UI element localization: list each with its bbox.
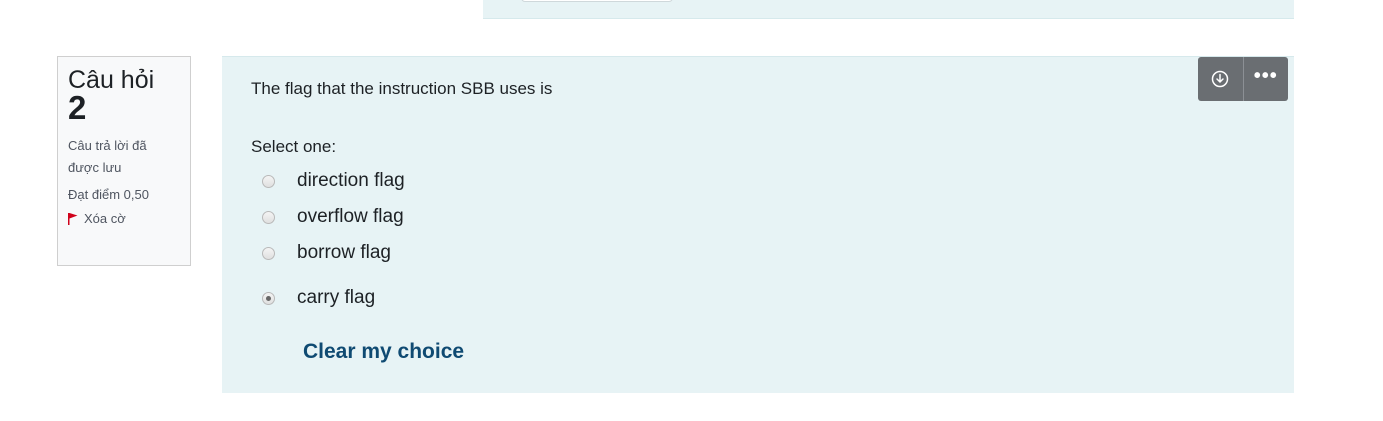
remove-flag-label: Xóa cờ <box>84 211 126 226</box>
flag-icon <box>68 212 78 225</box>
remove-flag-button[interactable]: Xóa cờ <box>68 211 190 226</box>
question-actions: ••• <box>1198 57 1288 101</box>
more-dots-icon: ••• <box>1253 65 1278 87</box>
download-circle-icon <box>1212 70 1229 88</box>
answer-option[interactable]: direction flag <box>262 170 405 192</box>
question-grade: Đạt điểm 0,50 <box>68 187 149 202</box>
answer-option[interactable]: borrow flag <box>262 242 391 264</box>
radio-button[interactable] <box>262 174 275 188</box>
radio-button[interactable] <box>262 246 275 260</box>
answer-option-label: borrow flag <box>297 242 391 263</box>
question-content: The flag that the instruction SBB uses i… <box>222 56 1294 393</box>
question-number: 2 <box>68 89 87 126</box>
answer-option[interactable]: carry flag <box>262 287 375 309</box>
download-button[interactable] <box>1198 57 1243 101</box>
answer-option-label: carry flag <box>297 287 376 308</box>
question-label: Câu hỏi <box>68 66 155 94</box>
clear-choice-link[interactable]: Clear my choice <box>303 340 464 364</box>
quiz-page: Câu hỏi 2 Câu trả lời đã được lưu Đạt đi… <box>0 0 1383 421</box>
previous-answer-field[interactable] <box>521 0 673 2</box>
previous-question-panel <box>483 0 1294 19</box>
answer-option[interactable]: overflow flag <box>262 206 404 228</box>
answer-option-label: overflow flag <box>297 206 404 227</box>
more-options-button[interactable]: ••• <box>1242 57 1289 101</box>
radio-button[interactable] <box>262 210 275 224</box>
radio-button-selected[interactable] <box>262 291 275 305</box>
question-info-box: Câu hỏi 2 Câu trả lời đã được lưu Đạt đi… <box>57 56 191 266</box>
answer-prompt: Select one: <box>251 137 337 156</box>
question-state: Câu trả lời đã được lưu <box>68 138 147 175</box>
question-text: The flag that the instruction SBB uses i… <box>251 79 553 98</box>
answer-option-label: direction flag <box>297 170 405 191</box>
